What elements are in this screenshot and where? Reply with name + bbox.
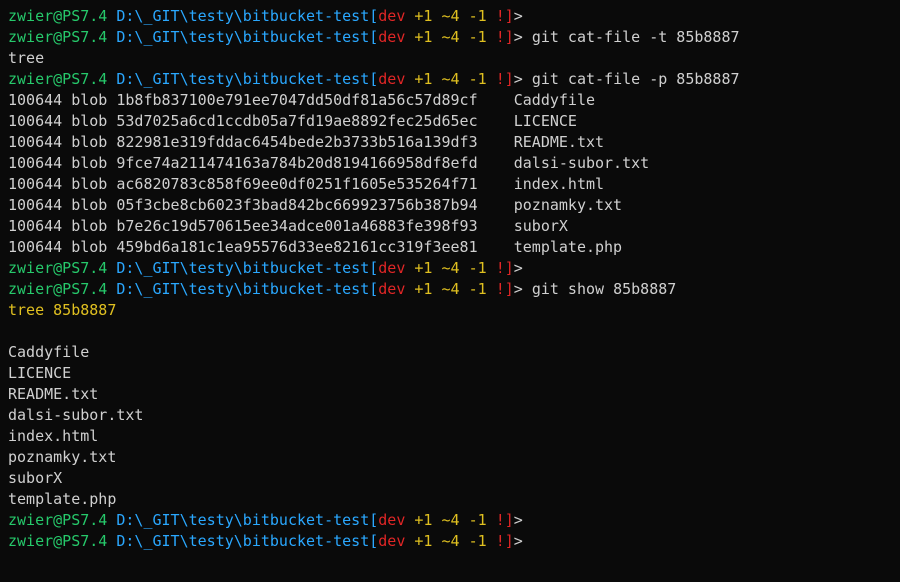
cmd-cat-file-type[interactable]: git cat-file -t 85b8887: [532, 28, 740, 46]
prompt-stats: +1 ~4 -1: [405, 280, 495, 298]
prompt-open-bracket: [: [369, 259, 378, 277]
show-file-entry: Caddyfile: [8, 343, 89, 361]
prompt-stats-mark: !: [496, 511, 505, 529]
prompt-angle: >: [514, 70, 523, 88]
show-file-entry: README.txt: [8, 385, 98, 403]
prompt-close-bracket: ]: [505, 511, 514, 529]
prompt-path: D:\_GIT\testy\bitbucket-test: [116, 70, 369, 88]
prompt-angle: >: [514, 7, 523, 25]
show-header-hash: 85b8887: [53, 301, 116, 319]
prompt-path: D:\_GIT\testy\bitbucket-test: [116, 7, 369, 25]
cmd-git-show[interactable]: git show 85b8887: [532, 280, 677, 298]
prompt-stats: +1 ~4 -1: [405, 259, 495, 277]
prompt-stats: +1 ~4 -1: [405, 70, 495, 88]
show-file-entry: poznamky.txt: [8, 448, 116, 466]
prompt-stats-mark: !: [496, 280, 505, 298]
tree-entry: 100644 blob 1b8fb837100e791ee7047dd50df8…: [8, 91, 595, 109]
prompt-open-bracket: [: [369, 532, 378, 550]
show-file-entry: index.html: [8, 427, 98, 445]
prompt-path: D:\_GIT\testy\bitbucket-test: [116, 280, 369, 298]
prompt-user: zwier@PS7.4: [8, 28, 107, 46]
prompt-stats-mark: !: [496, 70, 505, 88]
prompt-stats-mark: !: [496, 28, 505, 46]
show-header-prefix: tree: [8, 301, 53, 319]
prompt-close-bracket: ]: [505, 7, 514, 25]
prompt-close-bracket: ]: [505, 280, 514, 298]
prompt-stats: +1 ~4 -1: [405, 28, 495, 46]
prompt-angle: >: [514, 511, 523, 529]
prompt-open-bracket: [: [369, 70, 378, 88]
prompt-open-bracket: [: [369, 280, 378, 298]
prompt-path: D:\_GIT\testy\bitbucket-test: [116, 259, 369, 277]
tree-entry: 100644 blob 822981e319fddac6454bede2b373…: [8, 133, 604, 151]
tree-entry: 100644 blob 05f3cbe8cb6023f3bad842bc6699…: [8, 196, 622, 214]
show-header: tree 85b8887: [8, 301, 116, 319]
prompt-branch: dev: [378, 532, 405, 550]
prompt-stats: +1 ~4 -1: [405, 511, 495, 529]
prompt-user: zwier@PS7.4: [8, 280, 107, 298]
show-file-entry: suborX: [8, 469, 62, 487]
prompt-angle: >: [514, 28, 523, 46]
prompt-user: zwier@PS7.4: [8, 532, 107, 550]
prompt-branch: dev: [378, 70, 405, 88]
show-file-entry: dalsi-subor.txt: [8, 406, 143, 424]
prompt-close-bracket: ]: [505, 259, 514, 277]
prompt-path: D:\_GIT\testy\bitbucket-test: [116, 28, 369, 46]
prompt-angle: >: [514, 259, 523, 277]
terminal-output[interactable]: zwier@PS7.4 D:\_GIT\testy\bitbucket-test…: [0, 0, 900, 558]
prompt-branch: dev: [378, 259, 405, 277]
prompt-stats: +1 ~4 -1: [405, 532, 495, 550]
prompt-open-bracket: [: [369, 7, 378, 25]
prompt-user: zwier@PS7.4: [8, 511, 107, 529]
prompt-user: zwier@PS7.4: [8, 70, 107, 88]
prompt-open-bracket: [: [369, 511, 378, 529]
tree-entry: 100644 blob 9fce74a211474163a784b20d8194…: [8, 154, 649, 172]
prompt-close-bracket: ]: [505, 28, 514, 46]
prompt-path: D:\_GIT\testy\bitbucket-test: [116, 532, 369, 550]
tree-entry: 100644 blob ac6820783c858f69ee0df0251f16…: [8, 175, 604, 193]
prompt-close-bracket: ]: [505, 70, 514, 88]
prompt-branch: dev: [378, 280, 405, 298]
prompt-open-bracket: [: [369, 28, 378, 46]
prompt-angle: >: [514, 280, 523, 298]
prompt-stats-mark: !: [496, 7, 505, 25]
tree-entry: 100644 blob 459bd6a181c1ea95576d33ee8216…: [8, 238, 622, 256]
tree-entry: 100644 blob 53d7025a6cd1ccdb05a7fd19ae88…: [8, 112, 577, 130]
show-file-entry: LICENCE: [8, 364, 71, 382]
prompt-stats: +1 ~4 -1: [405, 7, 495, 25]
prompt-user: zwier@PS7.4: [8, 259, 107, 277]
cmd-cat-file-pretty[interactable]: git cat-file -p 85b8887: [532, 70, 740, 88]
prompt-branch: dev: [378, 28, 405, 46]
prompt-user: zwier@PS7.4: [8, 7, 107, 25]
prompt-branch: dev: [378, 7, 405, 25]
tree-entry: 100644 blob b7e26c19d570615ee34adce001a4…: [8, 217, 568, 235]
prompt-stats-mark: !: [496, 259, 505, 277]
prompt-close-bracket: ]: [505, 532, 514, 550]
output-tree-word: tree: [8, 49, 44, 67]
prompt-angle: >: [514, 532, 523, 550]
prompt-stats-mark: !: [496, 532, 505, 550]
prompt-branch: dev: [378, 511, 405, 529]
prompt-path: D:\_GIT\testy\bitbucket-test: [116, 511, 369, 529]
show-file-entry: template.php: [8, 490, 116, 508]
